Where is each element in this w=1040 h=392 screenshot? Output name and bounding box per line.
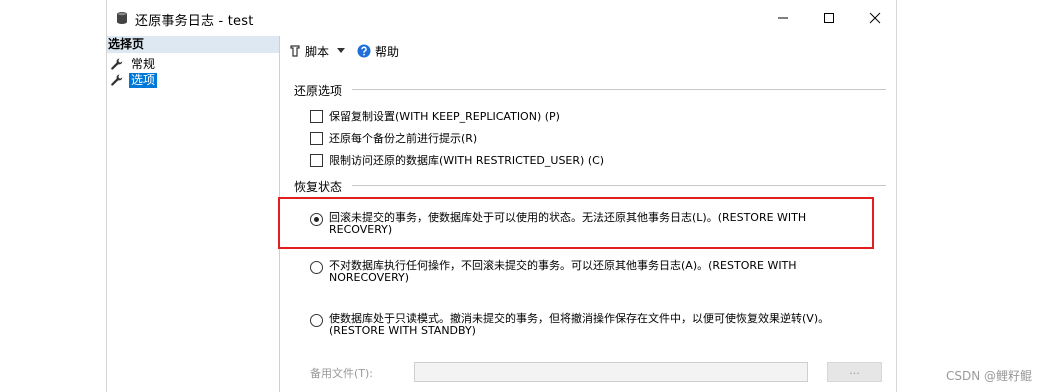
watermark: CSDN @鲤籽鲲: [945, 369, 1032, 383]
maximize-icon: [824, 13, 834, 23]
help-button[interactable]: 帮助: [357, 42, 399, 60]
wrench-icon: [111, 58, 123, 70]
minimize-button[interactable]: [760, 0, 806, 36]
help-icon: [357, 44, 371, 58]
restricted-user-checkbox[interactable]: 限制访问还原的数据库(WITH RESTRICTED_USER) (C): [310, 152, 604, 168]
select-page-header: 选择页: [107, 36, 279, 53]
radio-circle[interactable]: [310, 261, 323, 274]
browse-button[interactable]: ...: [827, 362, 882, 382]
standby-file-label: 备用文件(T):: [310, 367, 374, 380]
page-item-options[interactable]: 选项: [110, 72, 158, 88]
restore-with-standby-radio[interactable]: 使数据库处于只读模式。撤消未提交的事务，但将撤消操作保存在文件中，以便可使恢复效…: [310, 313, 849, 337]
radio-circle[interactable]: [310, 314, 323, 327]
script-icon: [290, 45, 300, 57]
checkbox-box[interactable]: [310, 153, 323, 167]
toolbar: 脚本 帮助: [280, 36, 896, 66]
checkbox-label: 还原每个备份之前进行提示(R): [329, 132, 478, 145]
recovery-state-heading: 恢复状态: [294, 180, 343, 194]
standby-file-row: 备用文件(T): ...: [310, 362, 882, 384]
database-icon: [117, 12, 127, 24]
close-button[interactable]: [852, 0, 898, 36]
radio-label: 不对数据库执行任何操作，不回滚未提交的事务。可以还原其他事务日志(A)。(RES…: [329, 259, 797, 284]
title-bar[interactable]: 还原事务日志 - test: [107, 0, 896, 36]
checkbox-label: 保留复制设置(WITH KEEP_REPLICATION) (P): [329, 110, 560, 123]
restore-with-norecovery-radio[interactable]: 不对数据库执行任何操作，不回滚未提交的事务。可以还原其他事务日志(A)。(RES…: [310, 260, 849, 284]
checkbox-box[interactable]: [310, 109, 323, 123]
section-divider: [352, 89, 886, 90]
annotation-highlight-box: [278, 197, 874, 249]
help-label: 帮助: [375, 44, 400, 59]
page-item-label: 选项: [129, 72, 158, 88]
restore-options-heading: 还原选项: [294, 84, 343, 98]
section-divider: [352, 185, 886, 186]
close-icon: [869, 12, 881, 24]
window-title: 还原事务日志 - test: [135, 14, 254, 29]
keep-replication-checkbox[interactable]: 保留复制设置(WITH KEEP_REPLICATION) (P): [310, 108, 560, 124]
restore-log-window: 还原事务日志 - test 选择页 常规 选项 脚本 帮助 还原选项 保留复制设…: [106, 0, 897, 392]
standby-file-input[interactable]: [414, 362, 808, 382]
maximize-button[interactable]: [806, 0, 852, 36]
checkbox-label: 限制访问还原的数据库(WITH RESTRICTED_USER) (C): [329, 154, 605, 167]
wrench-icon: [111, 74, 123, 86]
page-item-general[interactable]: 常规: [110, 56, 157, 72]
script-label: 脚本: [305, 44, 330, 59]
minimize-icon: [778, 17, 788, 19]
select-page-pane: 选择页 常规 选项: [107, 36, 280, 392]
radio-label: 使数据库处于只读模式。撤消未提交的事务，但将撤消操作保存在文件中，以便可使恢复效…: [329, 312, 830, 337]
prompt-before-restore-checkbox[interactable]: 还原每个备份之前进行提示(R): [310, 130, 477, 146]
page-item-label: 常规: [131, 56, 156, 71]
script-button[interactable]: 脚本: [288, 42, 346, 60]
checkbox-box[interactable]: [310, 131, 323, 145]
chevron-down-icon[interactable]: [337, 48, 346, 54]
